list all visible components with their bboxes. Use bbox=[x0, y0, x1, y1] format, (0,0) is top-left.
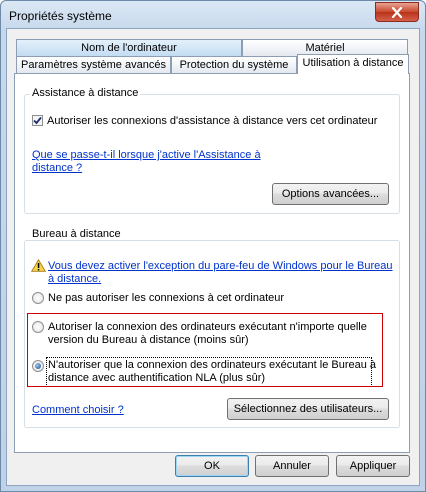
allow-assistance-checkbox[interactable] bbox=[32, 115, 43, 126]
checkmark-icon bbox=[33, 116, 42, 125]
how-to-choose-link[interactable]: Comment choisir ? bbox=[32, 403, 124, 417]
deny-connections-label[interactable]: Ne pas autoriser les connexions à cet or… bbox=[48, 291, 284, 305]
allow-assistance-label[interactable]: Autoriser les connexions d'assistance à … bbox=[47, 114, 377, 128]
assistance-help-link-line2[interactable]: distance ? bbox=[32, 161, 82, 175]
select-users-button[interactable]: Sélectionnez des utilisateurs... bbox=[227, 398, 389, 420]
apply-button[interactable]: Appliquer bbox=[336, 455, 410, 477]
radio-deny-connections[interactable] bbox=[32, 292, 44, 304]
annotation-highlight-box bbox=[27, 313, 383, 387]
remote-desktop-legend: Bureau à distance bbox=[30, 228, 123, 240]
ok-button[interactable]: OK bbox=[175, 455, 249, 477]
remote-assistance-legend: Assistance à distance bbox=[30, 87, 141, 99]
firewall-warning-link-line1[interactable]: Vous devez activer l'exception du pare-f… bbox=[48, 259, 393, 273]
assistance-help-link-line1[interactable]: Que se passe-t-il lorsque j'active l'Ass… bbox=[32, 148, 261, 162]
firewall-warning-link-line2[interactable]: à distance. bbox=[48, 272, 101, 286]
warning-icon bbox=[31, 259, 46, 272]
advanced-options-button[interactable]: Options avancées... bbox=[272, 183, 389, 205]
cancel-button[interactable]: Annuler bbox=[255, 455, 329, 477]
